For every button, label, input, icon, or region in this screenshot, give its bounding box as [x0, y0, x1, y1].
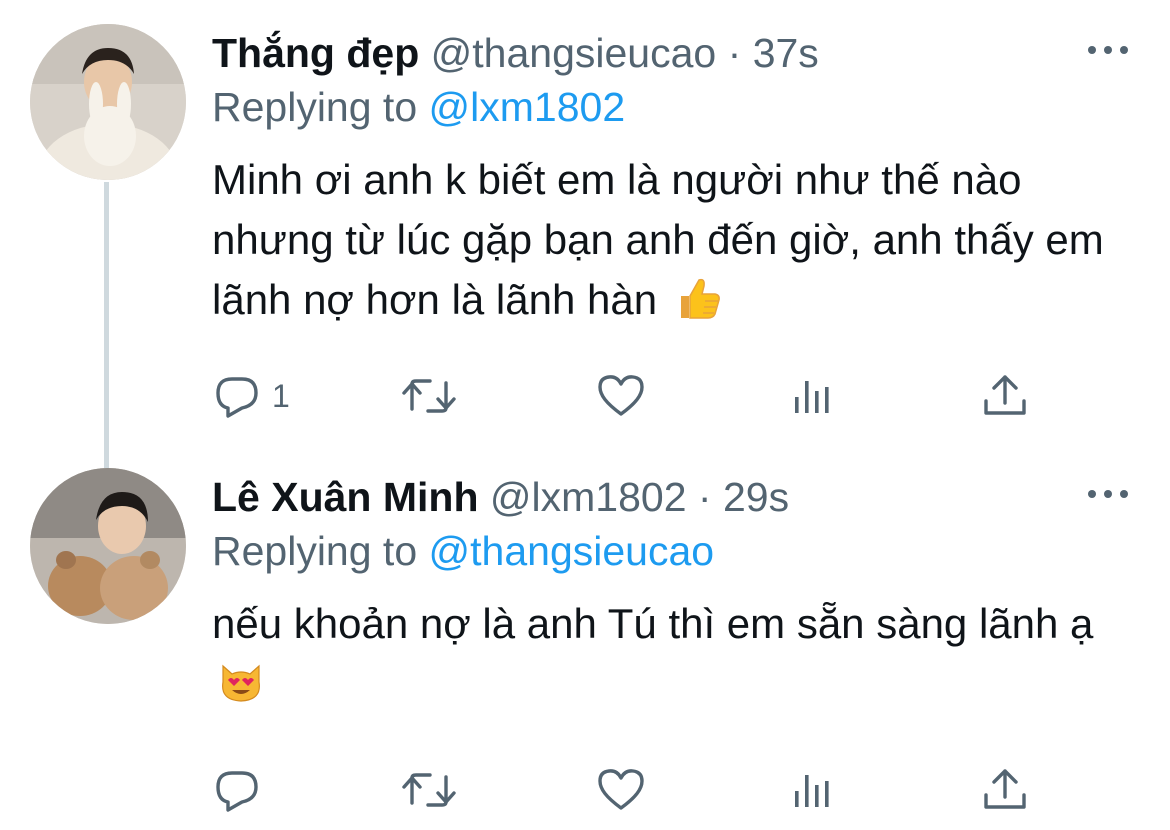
- tweet-text: Minh ơi anh k biết em là người như thế n…: [212, 150, 1112, 336]
- separator-dot: ·: [697, 474, 712, 520]
- more-icon[interactable]: [1088, 36, 1128, 64]
- like-icon: [596, 371, 646, 421]
- like-button[interactable]: [596, 760, 646, 820]
- analytics-icon: [790, 371, 836, 421]
- retweet-icon: [400, 765, 458, 815]
- thumbs-up-icon: [675, 276, 721, 336]
- tweet-text: nếu khoản nợ là anh Tú thì em sẵn sàng l…: [212, 594, 1112, 720]
- share-button[interactable]: [980, 366, 1030, 426]
- reply-count: 1: [272, 377, 290, 414]
- tweet-header: Lê Xuân Minh @lxm1802 · 29s: [212, 472, 789, 522]
- avatar[interactable]: [30, 24, 186, 180]
- user-handle[interactable]: @thangsieucao: [431, 30, 717, 76]
- tweet-header: Thắng đẹp @thangsieucao · 37s: [212, 28, 819, 78]
- more-icon[interactable]: [1088, 480, 1128, 508]
- tweet-body: Minh ơi anh k biết em là người như thế n…: [212, 156, 1104, 323]
- retweet-icon: [400, 371, 458, 421]
- analytics-button[interactable]: [790, 760, 836, 820]
- reply-icon: [212, 371, 262, 421]
- tweet-actions: [0, 760, 1170, 820]
- display-name[interactable]: Thắng đẹp: [212, 30, 419, 76]
- replying-to: Replying to @thangsieucao: [212, 526, 714, 576]
- tweet-actions: 1: [0, 366, 1170, 426]
- like-button[interactable]: [596, 366, 646, 426]
- replying-to-label: Replying to: [212, 528, 418, 574]
- share-icon: [980, 371, 1030, 421]
- timestamp[interactable]: 37s: [753, 30, 819, 76]
- reply-button[interactable]: [212, 760, 272, 820]
- retweet-button[interactable]: [400, 760, 458, 820]
- analytics-icon: [790, 765, 836, 815]
- reply-button[interactable]: 1: [212, 366, 290, 426]
- display-name[interactable]: Lê Xuân Minh: [212, 474, 479, 520]
- separator-dot: ·: [727, 30, 742, 76]
- heart-eyes-cat-icon: [218, 660, 264, 720]
- avatar[interactable]: [30, 468, 186, 624]
- replying-to: Replying to @lxm1802: [212, 82, 625, 132]
- replying-to-handle[interactable]: @thangsieucao: [429, 528, 715, 574]
- share-icon: [980, 765, 1030, 815]
- share-button[interactable]: [980, 760, 1030, 820]
- tweet-body: nếu khoản nợ là anh Tú thì em sẵn sàng l…: [212, 600, 1094, 647]
- reply-icon: [212, 765, 262, 815]
- replying-to-label: Replying to: [212, 84, 418, 130]
- timestamp[interactable]: 29s: [723, 474, 789, 520]
- replying-to-handle[interactable]: @lxm1802: [429, 84, 626, 130]
- retweet-button[interactable]: [400, 366, 458, 426]
- analytics-button[interactable]: [790, 366, 836, 426]
- like-icon: [596, 765, 646, 815]
- user-handle[interactable]: @lxm1802: [490, 474, 687, 520]
